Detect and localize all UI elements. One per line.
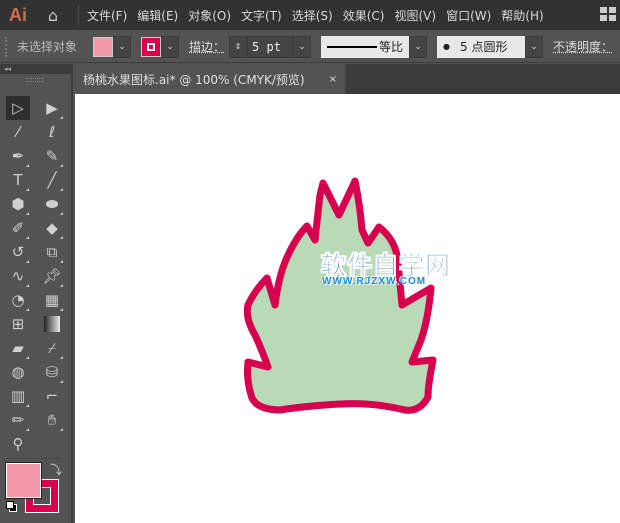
ellipse-tool-icon[interactable]: ⬬ [40,192,64,216]
type-tool-icon[interactable]: T [6,168,30,192]
control-bar: 未选择对象 ⌄ ⌄ 描边： ⇕ 5 pt ⌄ 等比 ⌄ ● 5 点圆形 ⌄ 不透明… [0,31,620,63]
mesh-tool-icon[interactable]: ⊞ [6,312,30,336]
brush-label: 5 点圆形 [460,40,508,54]
fill-swatch[interactable] [93,36,114,57]
panel-grip[interactable] [26,78,44,82]
tools-panel: ▷ ▶ ⁄ ℓ ✒ ✎ T ╱ ⬢ ⬬ ✐ ◆ ↺ ⧉ ∿ 📌︎ ◔ ▦ ⊞ ▰… [0,74,73,523]
polygon-tool-icon[interactable]: ⬢ [6,192,30,216]
watermark-url: WWW.RJZXW.COM [322,276,427,287]
menu-bar: Ai ⌂ 文件(F) 编辑(E) 对象(O) 文字(T) 选择(S) 效果(C)… [0,0,620,30]
artboard-canvas[interactable]: 软件自学网 WWW.RJZXW.COM [75,94,620,523]
starfruit-shape[interactable] [243,177,437,414]
profile-dropdown[interactable]: ⌄ [409,35,428,58]
default-colors-icon[interactable] [6,501,17,512]
brush-dropdown[interactable]: ⌄ [525,35,544,58]
menu-type[interactable]: 文字(T) [241,7,282,24]
home-icon[interactable]: ⌂ [36,6,70,25]
scale-tool-icon[interactable]: ⧉ [40,240,64,264]
pen-tool-icon[interactable]: ✒ [6,144,30,168]
selection-tool-icon[interactable]: ▷ [6,96,30,120]
stroke-label[interactable]: 描边： [189,38,225,55]
symbol-sprayer-tool-icon[interactable]: ⛁ [40,360,64,384]
swap-colors-icon[interactable]: ⤵ [50,461,62,478]
brush-definition[interactable]: ● 5 点圆形 [437,35,526,58]
app-logo: Ai [9,4,27,25]
gradient-tool-icon[interactable] [40,312,64,336]
line-tool-icon[interactable]: ╱ [40,168,64,192]
shape-builder-tool-icon[interactable]: ◔ [6,288,30,312]
menu-file[interactable]: 文件(F) [87,7,127,24]
menu-help[interactable]: 帮助(H) [501,7,543,24]
slice-tool-icon[interactable]: ✏ [6,408,30,432]
menu-effect[interactable]: 效果(C) [343,7,385,24]
stroke-weight-dropdown[interactable]: ⌄ [293,35,312,58]
fill-color-box[interactable] [5,462,42,499]
eraser-tool-icon[interactable]: ◆ [40,216,64,240]
stroke-weight-input[interactable]: 5 pt [247,35,294,58]
document-tab[interactable]: 杨桃水果图标.ai* @ 100% (CMYK/预览) × [75,64,345,94]
divider [78,5,79,25]
document-tabs: 杨桃水果图标.ai* @ 100% (CMYK/预览) × [75,64,620,94]
close-icon[interactable]: × [329,74,337,85]
pin-tool-icon[interactable]: 📌︎ [40,264,64,288]
document-tab-title: 杨桃水果图标.ai* @ 100% (CMYK/预览) [83,72,305,87]
stroke-swatch[interactable] [141,36,162,57]
menu-view[interactable]: 视图(V) [394,7,436,24]
menu-object[interactable]: 对象(O) [188,7,231,24]
menu-select[interactable]: 选择(S) [292,7,333,24]
direct-selection-tool-icon[interactable]: ▶ [40,96,64,120]
perspective-grid-tool-icon[interactable]: ▦ [40,288,64,312]
column-graph-tool-icon[interactable]: ▥ [6,384,30,408]
warp-tool-icon[interactable]: ∿ [6,264,30,288]
opacity-label[interactable]: 不透明度： [553,38,613,55]
fill-dropdown[interactable]: ⌄ [113,35,132,58]
measure-tool-icon[interactable]: ▰ [6,336,30,360]
grip-handle[interactable] [5,36,7,57]
lasso-tool-icon[interactable]: ℓ [40,120,64,144]
rotate-tool-icon[interactable]: ↺ [6,240,30,264]
selection-status: 未选择对象 [17,40,78,54]
curvature-tool-icon[interactable]: ✎ [40,144,64,168]
profile-label: 等比 [379,40,404,54]
magic-wand-tool-icon[interactable]: ⁄ [6,120,30,144]
hand-tool-icon[interactable]: ✋︎ [40,408,64,432]
menu-window[interactable]: 窗口(W) [446,7,491,24]
blend-tool-icon[interactable]: ◍ [6,360,30,384]
artboard-tool-icon[interactable]: ⌐ [40,384,64,408]
collapse-panel-icon[interactable]: ◂◂ [0,64,73,74]
divider [6,458,61,459]
workspace-switcher-icon[interactable] [600,7,616,21]
eyedropper-tool-icon[interactable]: ⌿ [40,336,64,360]
stroke-dropdown[interactable]: ⌄ [161,35,180,58]
menu-edit[interactable]: 编辑(E) [137,7,178,24]
variable-width-profile[interactable]: 等比 [321,35,410,58]
stroke-stepper[interactable]: ⇕ [229,35,248,58]
zoom-tool-icon[interactable]: ⚲ [6,432,30,456]
paintbrush-tool-icon[interactable]: ✐ [6,216,30,240]
artwork [243,177,437,414]
